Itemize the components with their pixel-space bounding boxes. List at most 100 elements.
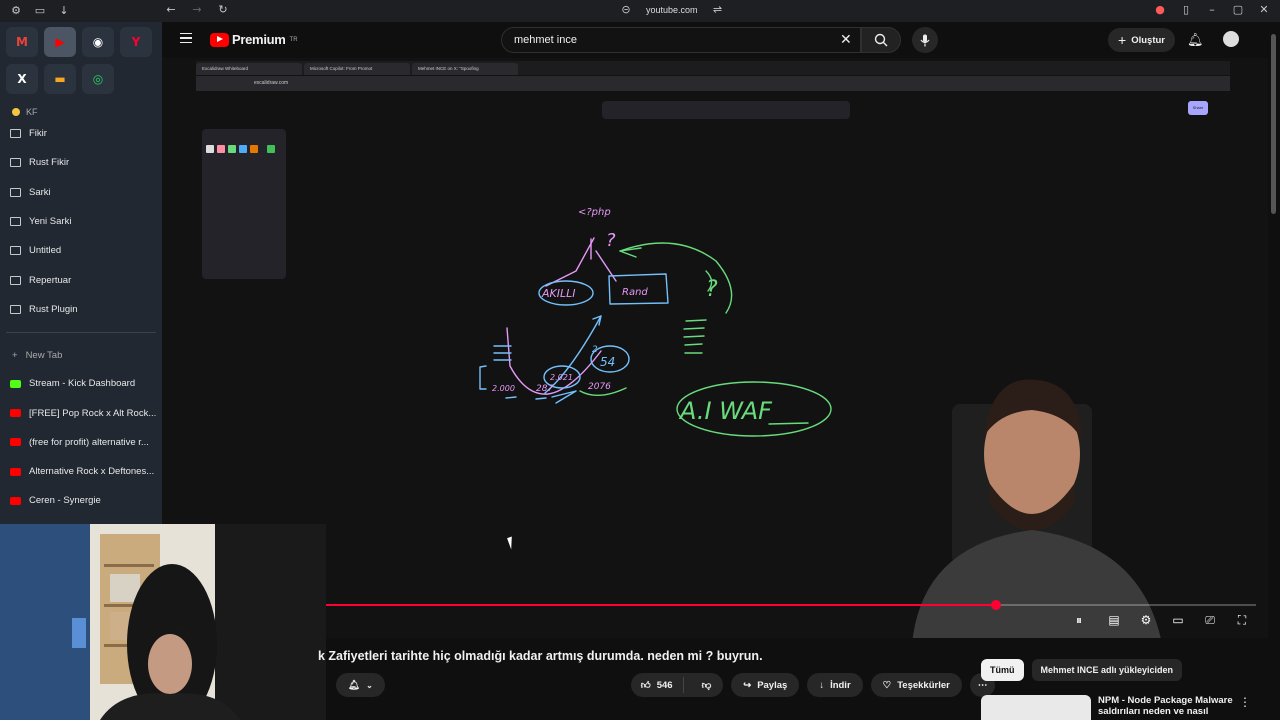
minimize-icon[interactable]: – xyxy=(1206,4,1218,16)
youtube-logo[interactable]: Premium TR xyxy=(210,32,298,47)
folder-label: Rust Fikir xyxy=(29,157,70,169)
page-scrollbar[interactable] xyxy=(1268,22,1280,720)
drawing-number: 2.000 xyxy=(492,384,515,393)
share-button[interactable]: ↪ Paylaş xyxy=(731,673,800,697)
dislike-button[interactable]: 👎︎ xyxy=(690,679,724,691)
autoplay-toggle-icon[interactable]: ⏸ xyxy=(1068,614,1090,626)
cast-icon[interactable]: ⎚ xyxy=(1202,614,1218,626)
sidebar-icon[interactable]: ▭ xyxy=(34,5,46,17)
recommended-video[interactable]: NPM - Node Package Malware saldırıları n… xyxy=(981,693,1271,720)
drawing-akilli-label: AKILLI xyxy=(541,287,575,300)
extension-icon[interactable]: ● xyxy=(1154,4,1166,16)
tab-favicon-icon xyxy=(10,496,21,505)
tab-favicon-icon xyxy=(10,379,21,388)
tab-label: Alternative Rock x Deftones... xyxy=(29,466,155,478)
screen-tab: Microsoft Copilot: From Promot xyxy=(304,63,410,75)
settings-icon[interactable]: ⚙ xyxy=(1138,614,1154,626)
maximize-icon[interactable]: ▢ xyxy=(1232,4,1244,16)
screen-tab: Mehmet INCE on X: "Spoofing xyxy=(412,63,518,75)
sidebar-tab[interactable]: Stream - Kick Dashboard xyxy=(0,369,162,398)
theater-icon[interactable]: ▭ xyxy=(1170,614,1186,626)
drawing-number: 287 xyxy=(536,384,553,394)
menu-icon[interactable] xyxy=(180,33,192,43)
video-progress-bar[interactable] xyxy=(326,600,1256,610)
recommendation-filters: Tümü Mehmet INCE adlı yükleyiciden xyxy=(981,659,1183,681)
share-icon: ↪ xyxy=(743,679,752,691)
new-tab-label: New Tab xyxy=(25,349,63,361)
drawing-number: 2.021 xyxy=(550,373,573,382)
player-controls: ⏸ ▤ ⚙ ▭ ⎚ ⛶ xyxy=(1068,614,1250,626)
subscribe-bell-button[interactable]: 🔔︎ ⌄ xyxy=(336,673,385,697)
progress-played xyxy=(326,604,996,606)
github-pin[interactable]: ◉ xyxy=(82,27,114,57)
video-title: k Zafiyetleri tarihte hiç olmadığı kadar… xyxy=(318,649,763,663)
more-icon: ⋯ xyxy=(977,679,988,691)
scrollbar-thumb[interactable] xyxy=(1271,34,1276,214)
notifications-bell-icon[interactable]: 🔔︎ xyxy=(1187,32,1204,48)
sidebar-folder[interactable]: Fikir xyxy=(0,119,162,148)
drawing-rand-label: Rand xyxy=(622,287,648,298)
x-pin[interactable]: X xyxy=(6,64,38,94)
folder-list: Fikir Rust Fikir Sarki Yeni Sarki Untitled Re… xyxy=(0,119,162,324)
tab-list: Stream - Kick Dashboard [FREE] Pop Rock x… xyxy=(0,369,162,545)
more-vert-icon[interactable]: ⋮ xyxy=(1239,695,1251,709)
url-settings-icon[interactable]: ⇌ xyxy=(712,4,724,16)
download-icon[interactable]: ↓ xyxy=(58,5,70,17)
folder-icon xyxy=(10,246,21,256)
search-button[interactable] xyxy=(861,27,901,53)
sidebar-folder[interactable]: Repertuar xyxy=(0,265,162,294)
avatar[interactable] xyxy=(1223,31,1239,47)
sidebar-folder[interactable]: Rust Plugin xyxy=(0,295,162,324)
tab-label: Ceren - Synergie xyxy=(29,495,101,507)
gmail-pin[interactable]: M xyxy=(6,27,38,57)
chip-uploader[interactable]: Mehmet INCE adlı yükleyiciden xyxy=(1031,659,1183,681)
folder-icon xyxy=(10,158,21,168)
download-button[interactable]: ↓ İndir xyxy=(807,673,863,697)
reload-icon[interactable]: ↻ xyxy=(217,4,229,16)
address-bar[interactable]: youtube.com xyxy=(646,5,698,15)
youtube-pin[interactable]: ▶ xyxy=(44,27,76,57)
tab-favicon-icon xyxy=(10,467,21,476)
voice-search-button[interactable] xyxy=(912,27,938,53)
logo-text: Premium xyxy=(232,32,286,47)
clear-search-icon[interactable]: ✕ xyxy=(840,31,852,48)
chip-all[interactable]: Tümü xyxy=(981,659,1024,681)
progress-scrubber[interactable] xyxy=(990,600,1001,610)
tab-label: Stream - Kick Dashboard xyxy=(29,378,136,390)
sidebar-tab[interactable]: Ceren - Synergie xyxy=(0,486,162,515)
video-player[interactable]: Excalidraw Whiteboard Microsoft Copilot:… xyxy=(162,58,1268,638)
split-view-icon[interactable]: ▯ xyxy=(1180,4,1192,16)
sidebar-folder[interactable]: Rust Fikir xyxy=(0,148,162,177)
recommended-thumbnail[interactable] xyxy=(981,695,1091,720)
link-icon[interactable]: ⊝ xyxy=(620,4,632,16)
fullscreen-icon[interactable]: ⛶ xyxy=(1234,614,1250,626)
chevron-down-icon: ⌄ xyxy=(366,680,373,690)
sidebar-tab[interactable]: (free for profit) alternative r... xyxy=(0,428,162,457)
subtitles-icon[interactable]: ▤ xyxy=(1106,614,1122,626)
tab-label: (free for profit) alternative r... xyxy=(29,436,149,448)
folder-icon xyxy=(10,217,21,227)
thanks-label: Teşekkürler xyxy=(897,679,950,691)
like-button[interactable]: 👍︎ 546 xyxy=(631,677,684,693)
recommended-title[interactable]: NPM - Node Package Malware saldırıları n… xyxy=(1098,695,1238,717)
whatsapp-pin[interactable]: ◎ xyxy=(82,64,114,94)
new-tab-button[interactable]: + New Tab xyxy=(0,341,162,369)
folder-label: Rust Plugin xyxy=(29,303,78,315)
share-label: Paylaş xyxy=(757,679,788,691)
spaces-icon[interactable]: ⚙ xyxy=(10,5,22,17)
microphone-icon xyxy=(920,34,930,46)
create-button[interactable]: + Oluştur xyxy=(1108,28,1175,52)
sidebar-tab[interactable]: [FREE] Pop Rock x Alt Rock... xyxy=(0,398,162,427)
close-icon[interactable]: ✕ xyxy=(1258,4,1270,16)
sidebar-folder[interactable]: Sarki xyxy=(0,178,162,207)
yandex-pin[interactable]: Y xyxy=(120,27,152,57)
search-input[interactable]: mehmet ince xyxy=(501,27,861,53)
thanks-button[interactable]: ♡ Teşekkürler xyxy=(870,673,962,697)
webcam-image xyxy=(0,524,326,720)
forward-icon[interactable]: → xyxy=(191,4,203,16)
sidebar-tab[interactable]: Alternative Rock x Deftones... xyxy=(0,457,162,486)
sidebar-folder[interactable]: Yeni Sarki xyxy=(0,207,162,236)
mail-pin[interactable]: ▬ xyxy=(44,64,76,94)
sidebar-folder[interactable]: Untitled xyxy=(0,236,162,265)
back-icon[interactable]: ← xyxy=(165,4,177,16)
